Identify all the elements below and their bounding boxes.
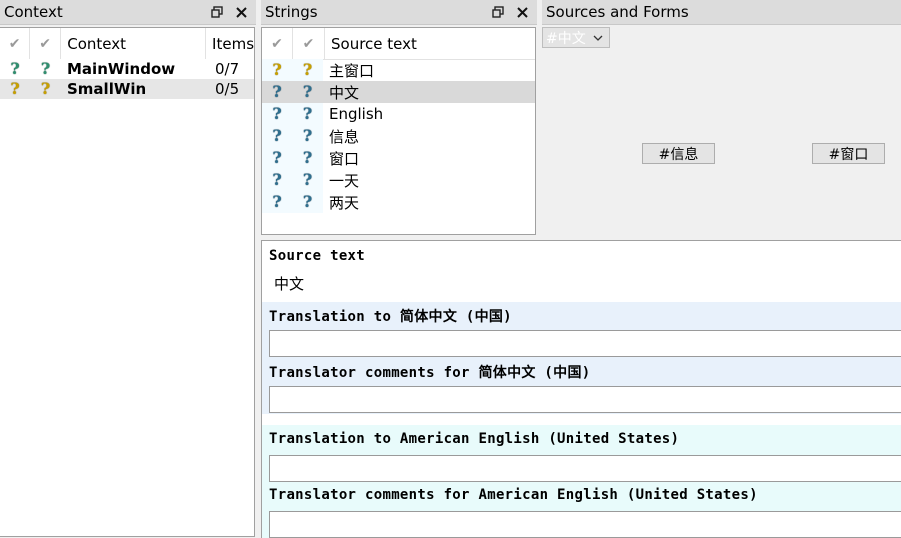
string-row[interactable]: ? ? 窗口 xyxy=(262,147,535,169)
context-name: SmallWin xyxy=(67,80,147,98)
string-source: 中文 xyxy=(329,83,360,102)
string-row[interactable]: ? ? 信息 xyxy=(262,125,535,147)
strings-dock-titlebar: Strings xyxy=(261,0,537,25)
context-list[interactable]: ✔ ✔ Context Items ? ? MainWindow 0/7 ? ?… xyxy=(0,27,255,537)
form-button-info[interactable]: #信息 xyxy=(642,143,715,164)
comments-en-input[interactable] xyxy=(269,511,901,538)
context-list-header: ✔ ✔ Context Items xyxy=(0,28,254,60)
question-mark-icon: ? xyxy=(302,104,313,123)
question-mark-icon: ? xyxy=(40,79,51,98)
strings-list[interactable]: ✔ ✔ Source text ? ? 主窗口 ? ? 中文 ? ? Engli… xyxy=(261,27,536,235)
translation-en-input[interactable] xyxy=(269,455,901,482)
translation-en-band: Translation to American English (United … xyxy=(262,425,901,538)
question-mark-icon: ? xyxy=(272,82,282,101)
question-mark-icon: ? xyxy=(302,170,313,189)
check-icon[interactable]: ✔ xyxy=(9,36,21,52)
question-mark-icon: ? xyxy=(10,59,20,78)
forms-dock-titlebar: Sources and Forms xyxy=(542,0,901,25)
form-button-window[interactable]: #窗口 xyxy=(812,143,885,164)
close-icon[interactable] xyxy=(515,5,529,19)
context-column-header[interactable]: Context xyxy=(61,28,207,59)
question-mark-icon: ? xyxy=(302,126,313,145)
question-mark-icon: ? xyxy=(272,104,282,123)
string-source: 信息 xyxy=(329,127,360,146)
comments-zh-label: Translator comments for 简体中文 (中国) xyxy=(269,365,591,381)
check-icon[interactable]: ✔ xyxy=(303,36,315,52)
close-icon[interactable] xyxy=(234,5,248,19)
question-mark-icon: ? xyxy=(302,148,313,167)
question-mark-icon: ? xyxy=(302,192,313,211)
source-text-column-header[interactable]: Source text xyxy=(325,28,535,59)
items-column-header[interactable]: Items xyxy=(206,28,254,59)
question-mark-icon: ? xyxy=(272,60,282,79)
question-mark-icon: ? xyxy=(302,82,313,101)
string-source: 主窗口 xyxy=(329,61,375,80)
forms-dock: Sources and Forms #中文 #信息 #窗口 xyxy=(542,0,901,236)
string-row[interactable]: ? ? 两天 xyxy=(262,191,535,213)
question-mark-icon: ? xyxy=(10,79,20,98)
string-row[interactable]: ? ? 主窗口 xyxy=(262,59,535,81)
check-icon[interactable]: ✔ xyxy=(39,36,51,52)
question-mark-icon: ? xyxy=(302,60,313,79)
string-row[interactable]: ? ? English xyxy=(262,103,535,125)
context-items: 0/7 xyxy=(215,60,240,78)
question-mark-icon: ? xyxy=(272,126,282,145)
context-row[interactable]: ? ? MainWindow 0/7 xyxy=(0,59,254,79)
check-icon[interactable]: ✔ xyxy=(271,36,283,52)
string-source: 两天 xyxy=(329,193,360,212)
chevron-down-icon xyxy=(593,30,609,46)
float-icon[interactable] xyxy=(210,5,224,19)
comments-zh-input[interactable] xyxy=(269,386,901,413)
question-mark-icon: ? xyxy=(272,170,282,189)
context-name: MainWindow xyxy=(67,60,176,78)
question-mark-icon: ? xyxy=(272,148,282,167)
form-button-info-label: #信息 xyxy=(658,146,699,163)
context-dock-titlebar: Context xyxy=(0,0,256,25)
translation-zh-label: Translation to 简体中文 (中国) xyxy=(269,309,512,325)
strings-dock: Strings ✔ ✔ Source text ? ? 主窗口 ? ? 中文 ?… xyxy=(261,0,537,236)
context-dock-title: Context xyxy=(4,3,63,21)
context-row[interactable]: ? ? SmallWin 0/5 xyxy=(0,79,254,99)
translation-editor: Source text 中文 Translation to 简体中文 (中国) … xyxy=(261,240,901,538)
translation-zh-band: Translation to 简体中文 (中国) Translator comm… xyxy=(262,302,901,414)
form-combo[interactable]: #中文 xyxy=(542,27,610,48)
context-items: 0/5 xyxy=(215,80,240,98)
forms-dock-title: Sources and Forms xyxy=(546,3,689,21)
form-button-window-label: #窗口 xyxy=(828,146,869,163)
source-text-label: Source text xyxy=(269,248,366,264)
string-source: 一天 xyxy=(329,171,360,190)
question-mark-icon: ? xyxy=(40,59,51,78)
string-row[interactable]: ? ? 一天 xyxy=(262,169,535,191)
float-icon[interactable] xyxy=(491,5,505,19)
translation-en-label: Translation to American English (United … xyxy=(269,431,680,447)
string-source: English xyxy=(329,105,384,123)
question-mark-icon: ? xyxy=(272,192,282,211)
source-text-value: 中文 xyxy=(274,275,305,293)
string-source: 窗口 xyxy=(329,149,360,168)
strings-list-header: ✔ ✔ Source text xyxy=(262,28,535,60)
translation-zh-input[interactable] xyxy=(269,330,901,357)
comments-en-label: Translator comments for American English… xyxy=(269,487,758,503)
context-dock: Context ✔ ✔ Context Items ? ? MainWindow… xyxy=(0,0,256,537)
strings-dock-title: Strings xyxy=(265,3,318,21)
string-row-selected[interactable]: ? ? 中文 xyxy=(262,81,535,103)
form-combo-value: #中文 xyxy=(546,30,586,47)
